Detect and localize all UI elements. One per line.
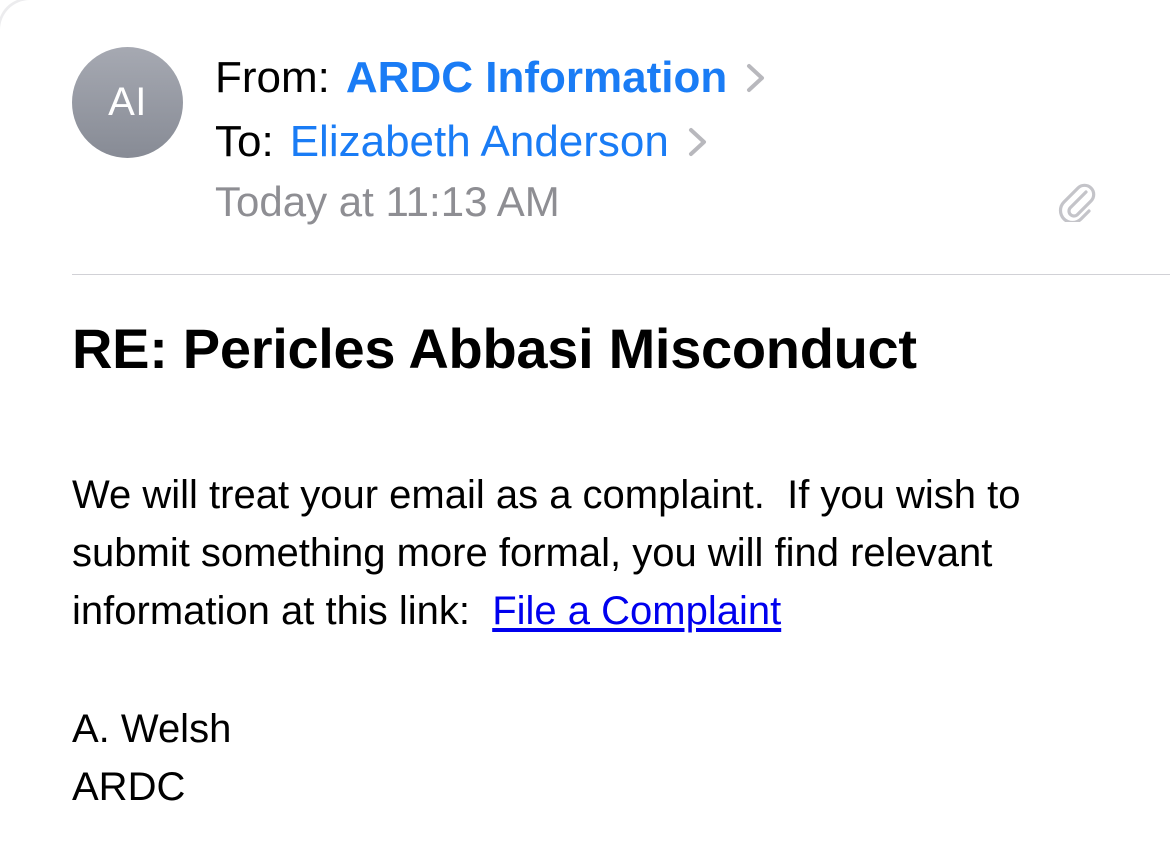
- from-row: From: ARDC Information: [215, 52, 769, 104]
- paperclip-icon: [1058, 183, 1096, 222]
- from-label: From:: [215, 53, 330, 102]
- signature-org: ARDC: [72, 765, 186, 809]
- to-recipient-link[interactable]: Elizabeth Anderson: [290, 117, 669, 167]
- to-row: To: Elizabeth Anderson: [215, 116, 711, 168]
- header-divider: [72, 274, 1170, 275]
- message-body: We will treat your email as a complaint.…: [72, 466, 1122, 640]
- date-row: Today at 11:13 AM: [215, 176, 560, 228]
- message-date: Today at 11:13 AM: [215, 178, 560, 225]
- signature: A. Welsh ARDC: [72, 700, 231, 816]
- file-complaint-link[interactable]: File a Complaint: [492, 589, 781, 633]
- sender-avatar[interactable]: AI: [72, 47, 183, 158]
- chevron-right-icon[interactable]: [685, 127, 711, 157]
- message-subject: RE: Pericles Abbasi Misconduct: [72, 317, 917, 380]
- signature-name: A. Welsh: [72, 707, 232, 751]
- to-label: To:: [215, 117, 274, 166]
- chevron-right-icon[interactable]: [743, 63, 769, 93]
- avatar-initials: AI: [108, 80, 147, 124]
- email-view: AI From: ARDC Information To: Elizabeth …: [0, 0, 1170, 847]
- from-sender-link[interactable]: ARDC Information: [346, 53, 727, 103]
